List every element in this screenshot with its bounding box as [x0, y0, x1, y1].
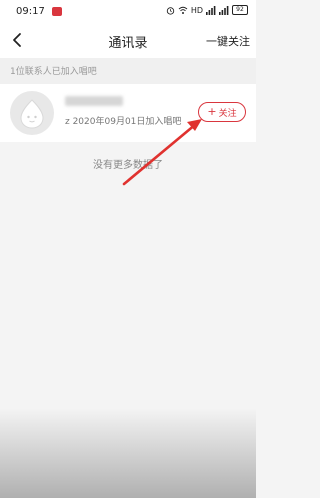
- bottom-shadow: [0, 408, 256, 498]
